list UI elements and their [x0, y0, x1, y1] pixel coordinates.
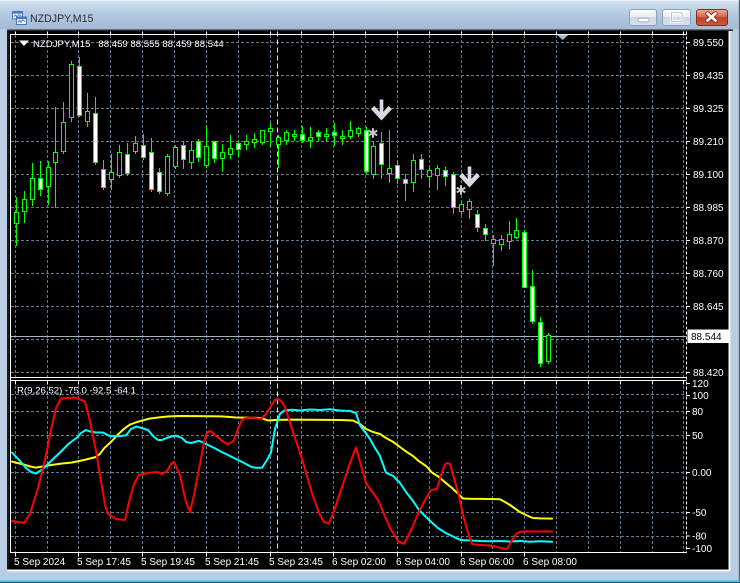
svg-text:88.544: 88.544 [691, 332, 722, 343]
svg-text:50: 50 [692, 431, 704, 442]
svg-text:0.00: 0.00 [692, 468, 712, 479]
svg-text:80: 80 [692, 407, 704, 418]
svg-text:-50: -50 [692, 508, 707, 519]
svg-text:5 Sep 23:45: 5 Sep 23:45 [269, 557, 323, 568]
svg-text:6 Sep 08:00: 6 Sep 08:00 [523, 557, 577, 568]
svg-text:5 Sep 2024: 5 Sep 2024 [14, 557, 66, 568]
svg-text:89.210: 89.210 [693, 137, 724, 148]
svg-text:88.645: 88.645 [693, 302, 724, 313]
svg-text:89.435: 89.435 [693, 71, 724, 82]
svg-text:88.420: 88.420 [693, 368, 724, 379]
svg-text:88.985: 88.985 [693, 203, 724, 214]
svg-text:5 Sep 19:45: 5 Sep 19:45 [141, 557, 195, 568]
svg-text:R(9,26,52) -75.0 -92.5 -64.1: R(9,26,52) -75.0 -92.5 -64.1 [17, 386, 136, 397]
svg-text:89.550: 89.550 [693, 38, 724, 49]
svg-text:5 Sep 17:45: 5 Sep 17:45 [77, 557, 131, 568]
svg-text:6 Sep 06:00: 6 Sep 06:00 [460, 557, 514, 568]
svg-text:-80: -80 [692, 532, 707, 543]
svg-text:5 Sep 21:45: 5 Sep 21:45 [205, 557, 259, 568]
svg-text:88.870: 88.870 [693, 236, 724, 247]
svg-text:89.100: 89.100 [693, 170, 724, 181]
svg-text:6 Sep 02:00: 6 Sep 02:00 [332, 557, 386, 568]
svg-text:6 Sep 04:00: 6 Sep 04:00 [396, 557, 450, 568]
svg-text:NZDJPY,M15 88.459 88.555 88.: NZDJPY,M15 88.459 88.555 88.459 88.544 [33, 39, 224, 50]
svg-text:89.325: 89.325 [693, 104, 724, 115]
svg-text:100: 100 [692, 391, 709, 402]
svg-text:120: 120 [692, 379, 709, 390]
svg-text:-100: -100 [692, 544, 712, 555]
svg-text:88.760: 88.760 [693, 269, 724, 280]
